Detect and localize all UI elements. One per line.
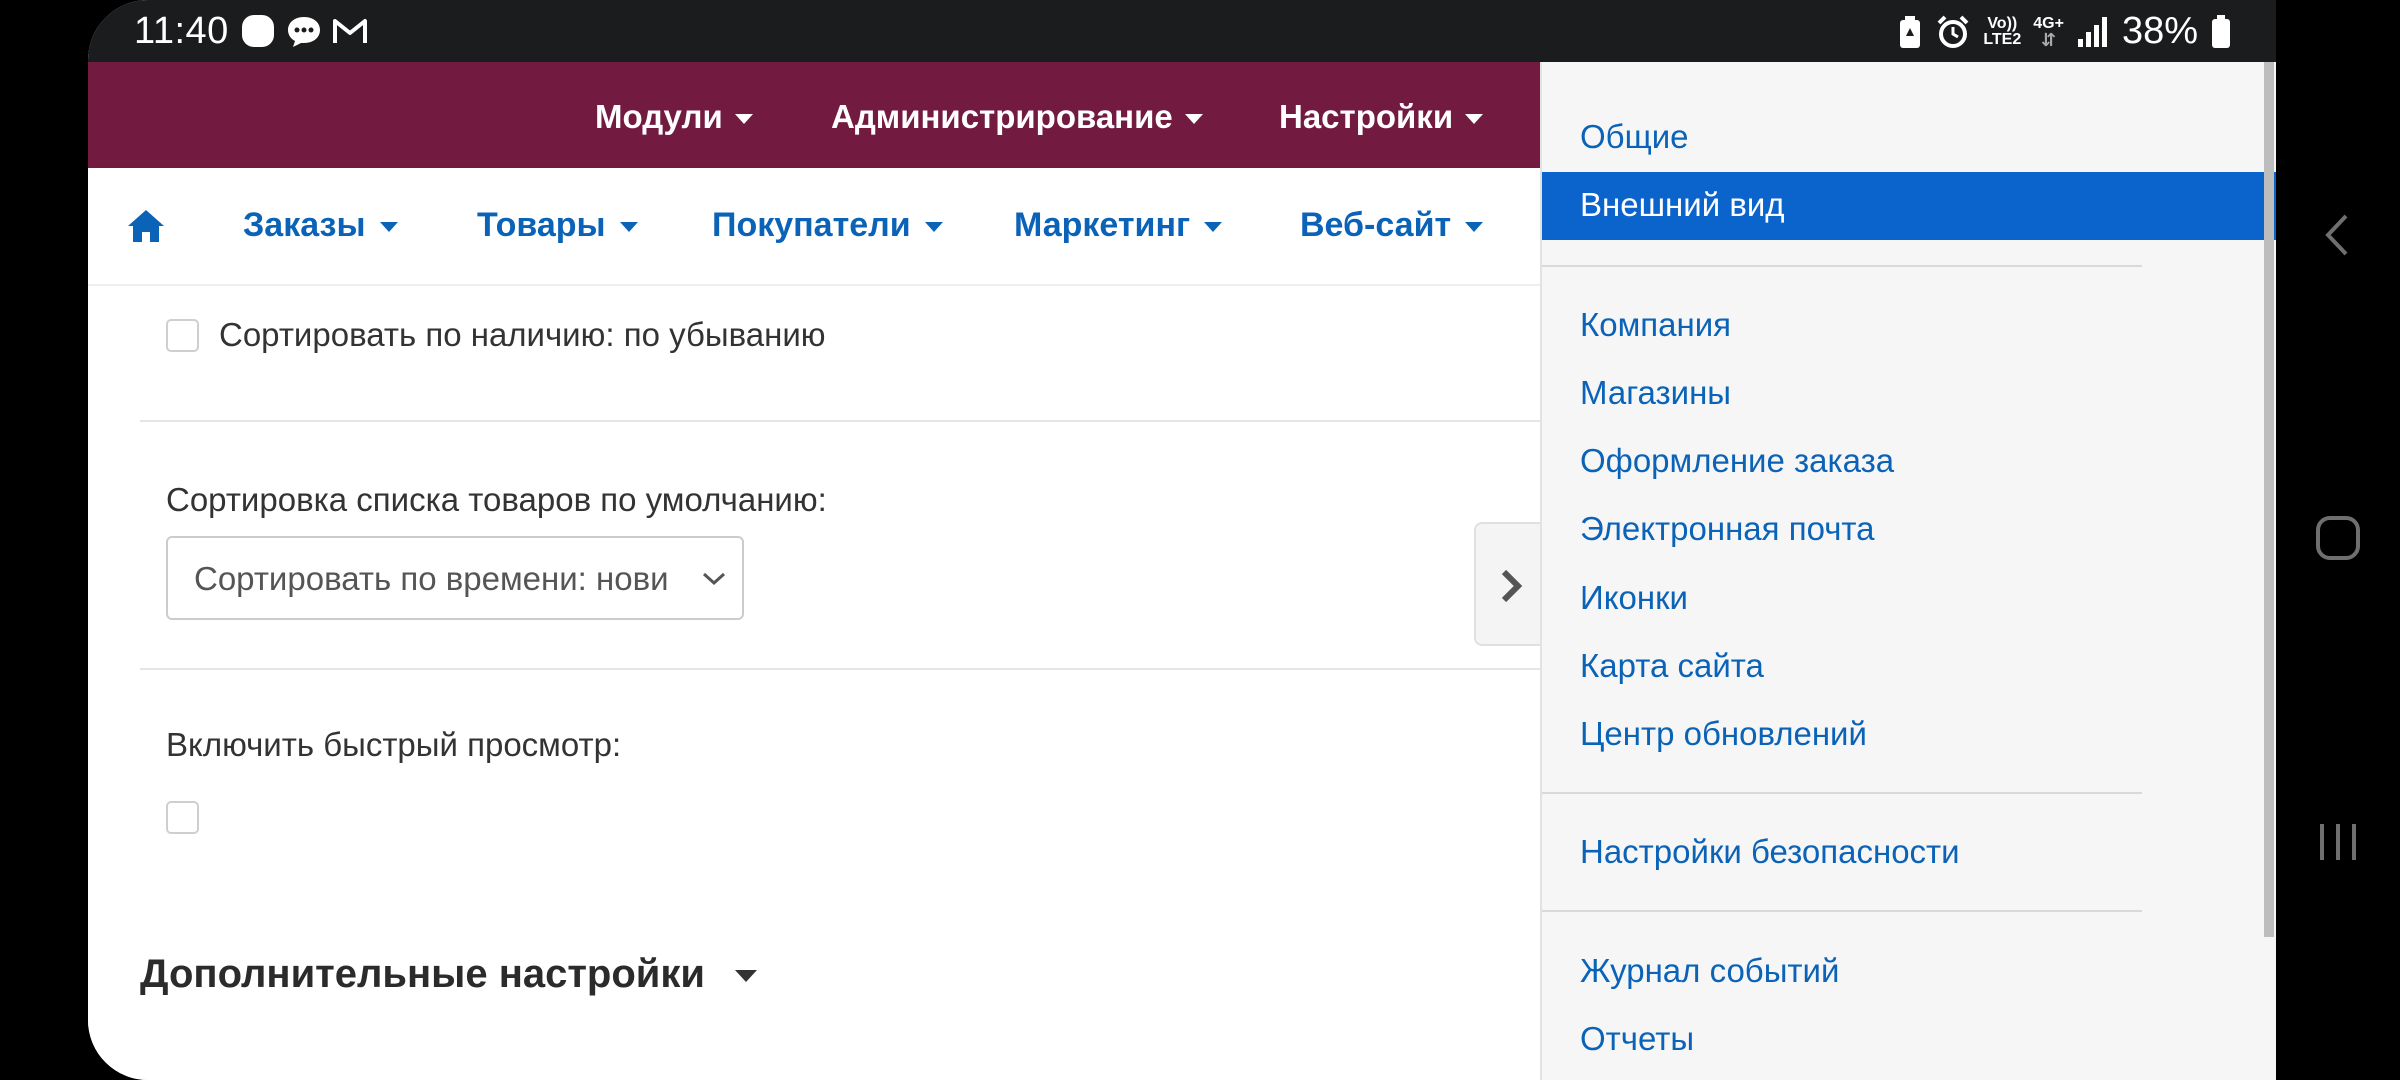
menu-item-icons[interactable]: Иконки <box>1580 579 1688 617</box>
sec-nav-customers-label: Покупатели <box>712 206 911 244</box>
system-nav-bar <box>2276 0 2400 1080</box>
network-type-label: 4G+ ⇵ <box>2033 15 2064 50</box>
caret-down-icon <box>735 970 757 983</box>
sort-by-stock-checkbox[interactable] <box>166 319 199 352</box>
chevron-down-icon <box>700 564 728 592</box>
caret-down-icon <box>734 114 753 125</box>
default-sort-label: Сортировка списка товаров по умолчанию: <box>166 481 827 518</box>
menu-item-appearance-label: Внешний вид <box>1580 186 1785 223</box>
top-nav-settings-label: Настройки <box>1279 98 1454 135</box>
caret-down-icon <box>1465 222 1484 233</box>
menu-item-general[interactable]: Общие <box>1580 118 1689 156</box>
sec-nav-products[interactable]: Товары <box>477 206 638 245</box>
settings-dropdown-menu: Общие Внешний вид Компания Магазины Офор… <box>1540 62 2276 1080</box>
sec-nav-marketing-label: Маркетинг <box>1014 206 1191 244</box>
sec-nav-orders[interactable]: Заказы <box>243 206 398 245</box>
back-icon[interactable] <box>2318 210 2358 260</box>
caret-down-icon <box>379 222 398 233</box>
menu-item-reports[interactable]: Отчеты <box>1580 1020 1694 1058</box>
caret-down-icon <box>619 222 638 233</box>
chat-icon <box>288 17 320 47</box>
caret-down-icon <box>1184 114 1203 125</box>
data-arrows-icon: ⇵ <box>2041 29 2057 50</box>
menu-divider <box>1542 792 2142 794</box>
home-icon[interactable] <box>126 208 166 244</box>
menu-divider <box>1542 265 2142 267</box>
sec-nav-marketing[interactable]: Маркетинг <box>1014 206 1223 245</box>
top-nav-modules[interactable]: Модули <box>595 98 753 136</box>
divider <box>140 668 1540 670</box>
menu-item-stores[interactable]: Магазины <box>1580 374 1731 412</box>
quick-view-checkbox[interactable] <box>166 801 199 834</box>
menu-item-security-settings[interactable]: Настройки безопасности <box>1580 833 1960 871</box>
recent-apps-icon[interactable] <box>2316 820 2360 864</box>
menu-item-event-log[interactable]: Журнал событий <box>1580 952 1839 990</box>
status-icons-right: Vo)) LTE2 4G+ ⇵ 38% <box>1897 10 2232 53</box>
alarm-icon <box>1937 15 1969 48</box>
divider <box>140 420 1540 422</box>
chevron-right-icon <box>1501 569 1523 603</box>
sidebar-toggle-button[interactable] <box>1474 522 1544 646</box>
menu-scrollbar[interactable] <box>2264 62 2274 937</box>
menu-divider <box>1542 910 2142 912</box>
menu-item-update-center[interactable]: Центр обновлений <box>1580 715 1867 753</box>
sec-nav-products-label: Товары <box>477 206 606 244</box>
caret-down-icon <box>1204 222 1223 233</box>
status-icons-left <box>240 13 368 49</box>
home-button-icon[interactable] <box>2314 514 2362 562</box>
menu-item-checkout[interactable]: Оформление заказа <box>1580 442 1894 480</box>
caret-down-icon <box>1465 114 1484 125</box>
gmail-icon <box>333 19 367 43</box>
status-time: 11:40 <box>134 10 229 52</box>
battery-percent: 38% <box>2121 10 2198 52</box>
default-sort-select[interactable]: Сортировать по времени: нови <box>166 536 744 620</box>
top-nav-settings[interactable]: Настройки <box>1279 98 1484 136</box>
top-nav-modules-label: Модули <box>595 98 723 135</box>
advanced-settings-toggle[interactable]: Дополнительные настройки <box>140 952 757 997</box>
settings-content: Сортировать по наличию: по убыванию Сорт… <box>88 286 1540 1080</box>
sec-nav-customers[interactable]: Покупатели <box>712 206 943 245</box>
battery-icon <box>2212 14 2230 48</box>
sec-nav-website-label: Веб-сайт <box>1300 206 1452 244</box>
sort-by-stock-label: Сортировать по наличию: по убыванию <box>219 316 826 353</box>
secondary-nav: Заказы Товары Покупатели Маркетинг Веб-с… <box>88 168 1540 286</box>
sec-nav-orders-label: Заказы <box>243 206 366 244</box>
status-bar: 11:40 Vo)) LTE2 4G+ ⇵ 38% <box>88 0 2276 62</box>
network-lte-label: Vo)) LTE2 <box>1983 14 2022 48</box>
top-nav-administration-label: Администрирование <box>831 98 1173 135</box>
quick-view-label: Включить быстрый просмотр: <box>166 726 622 763</box>
signal-icon <box>2077 16 2107 47</box>
menu-item-email[interactable]: Электронная почта <box>1580 510 1875 548</box>
top-nav: Модули Администрирование Настройки <box>88 62 1540 168</box>
sec-nav-website[interactable]: Веб-сайт <box>1300 206 1484 245</box>
top-nav-administration[interactable]: Администрирование <box>831 98 1203 136</box>
phone-screen: 11:40 Vo)) LTE2 4G+ ⇵ 38% Модули Администр… <box>88 0 2276 1080</box>
network-vo-text: Vo)) <box>1987 14 2018 32</box>
menu-item-appearance[interactable]: Внешний вид <box>1542 172 2276 240</box>
menu-item-sitemap[interactable]: Карта сайта <box>1580 647 1764 685</box>
menu-item-company[interactable]: Компания <box>1580 306 1731 344</box>
caret-down-icon <box>924 222 943 233</box>
circle-icon <box>242 15 274 47</box>
advanced-settings-title: Дополнительные настройки <box>140 952 705 996</box>
default-sort-value: Сортировать по времени: нови <box>194 560 669 597</box>
battery-saver-icon <box>1900 15 1921 48</box>
network-lte-text: LTE2 <box>1983 30 2022 48</box>
